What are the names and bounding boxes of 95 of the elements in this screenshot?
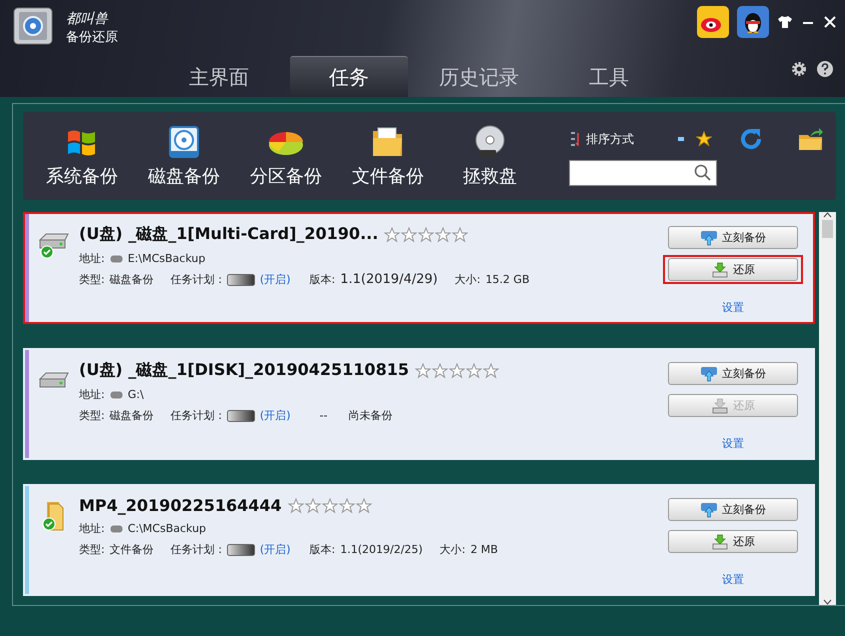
field-label: 大小: (440, 542, 466, 557)
folder-export-icon[interactable] (798, 127, 824, 151)
help-icon[interactable] (817, 61, 833, 77)
star-icon (384, 226, 400, 242)
close-icon[interactable] (823, 15, 837, 29)
search-field[interactable] (569, 160, 717, 186)
field-label: 任务计划 : (170, 272, 222, 287)
upload-icon (700, 230, 718, 246)
nav-tab[interactable]: 工具 (550, 56, 668, 97)
sort-az-icon (569, 132, 581, 146)
nav-tab[interactable]: 主界面 (160, 56, 278, 97)
task-title: MP4_20190225164444 (79, 496, 282, 515)
star-icon (448, 362, 465, 378)
address-value: C:\MCsBackup (128, 522, 206, 535)
address-value: E:\MCsBackup (128, 252, 206, 265)
star-icon (452, 226, 468, 242)
star-icon (414, 362, 431, 378)
download-drive-icon (711, 534, 729, 550)
dash-text: -- (320, 409, 328, 422)
type-value: 磁盘备份 (110, 272, 154, 287)
star-icon (304, 498, 321, 514)
toolbar-button[interactable]: 系统备份 (31, 124, 133, 188)
field-label: 类型: (79, 408, 105, 423)
product-name: 备份还原 (66, 29, 118, 46)
nav-tab[interactable]: 任务 (290, 56, 408, 97)
star-icon (418, 226, 434, 242)
download-drive-icon (711, 262, 729, 278)
refresh-icon[interactable] (738, 126, 764, 152)
size-value: 15.2 GB (485, 273, 530, 286)
star-icon (322, 498, 338, 514)
status-text: 尚未备份 (348, 408, 392, 423)
settings-link[interactable]: 设置 (722, 300, 744, 315)
drive-icon (110, 390, 123, 398)
version-value: 1.1(2019/2/25) (340, 543, 423, 556)
star-icon[interactable] (696, 131, 712, 147)
version-value: 1.1(2019/4/29) (340, 272, 438, 287)
toggle-switch[interactable] (226, 410, 255, 422)
search-icon (694, 164, 712, 182)
backup-now-button[interactable]: 立刻备份 (668, 498, 798, 521)
backup-now-button[interactable]: 立刻备份 (668, 362, 798, 385)
nav-tab[interactable]: 历史记录 (420, 56, 538, 97)
star-icon (288, 498, 304, 514)
drive-icon (110, 524, 123, 532)
toggle-switch[interactable] (226, 544, 255, 556)
toolbar-button[interactable]: 磁盘备份 (133, 124, 235, 188)
scrollbar[interactable] (819, 212, 836, 605)
type-value: 文件备份 (110, 542, 154, 557)
settings-icon[interactable] (791, 61, 807, 77)
task-title: (U盘) _磁盘_1[DISK]_20190425110815 (79, 360, 409, 381)
field-label: 任务计划 : (170, 408, 222, 423)
toolbar-button[interactable]: 文件备份 (337, 124, 439, 188)
schedule-link[interactable]: (开启) (260, 542, 291, 557)
star-icon (401, 226, 418, 242)
download-drive-icon (711, 398, 729, 414)
star-icon (432, 362, 448, 378)
field-label: 类型: (79, 272, 105, 287)
schedule-link[interactable]: (开启) (260, 408, 291, 423)
field-label: 任务计划 : (170, 542, 222, 557)
drive-icon (110, 254, 123, 262)
star-icon (466, 362, 482, 378)
toggle-switch[interactable] (226, 274, 255, 286)
field-label: 地址: (79, 387, 105, 402)
upload-icon (700, 502, 718, 518)
task-title: (U盘) _磁盘_1[Multi-Card]_20190... (79, 224, 378, 245)
backup-now-button[interactable]: 立刻备份 (668, 226, 798, 249)
star-icon (356, 498, 372, 514)
eye-logo-icon[interactable] (697, 6, 729, 38)
scroll-thumb[interactable] (822, 220, 833, 238)
restore-button[interactable]: 还原 (668, 530, 798, 553)
scroll-down-icon[interactable] (823, 599, 832, 605)
star-icon (482, 362, 499, 378)
toolbar-button[interactable]: 拯救盘 (439, 124, 541, 188)
field-label: 地址: (79, 251, 105, 266)
schedule-link[interactable]: (开启) (260, 272, 291, 287)
restore-button[interactable]: 还原 (668, 258, 798, 281)
size-value: 2 MB (470, 543, 498, 556)
shirt-icon[interactable] (777, 15, 793, 29)
field-label: 地址: (79, 521, 105, 536)
settings-link[interactable]: 设置 (722, 436, 744, 451)
toolbar-button[interactable]: 分区备份 (235, 124, 337, 188)
field-label: 版本: (310, 542, 336, 557)
address-value: G:\ (128, 388, 144, 401)
star-icon (435, 226, 452, 242)
penguin-icon[interactable] (737, 6, 769, 38)
scroll-up-icon[interactable] (823, 212, 832, 218)
drive-icon (37, 372, 71, 388)
field-label: 大小: (454, 272, 480, 287)
type-value: 磁盘备份 (110, 408, 154, 423)
brand-name: 都叫兽 (66, 10, 110, 28)
star-icon (338, 498, 355, 514)
field-label: 类型: (79, 542, 105, 557)
sort-button[interactable]: 排序方式 (569, 130, 634, 148)
settings-link[interactable]: 设置 (722, 572, 744, 587)
field-label: 版本: (310, 272, 336, 287)
upload-icon (700, 366, 718, 382)
